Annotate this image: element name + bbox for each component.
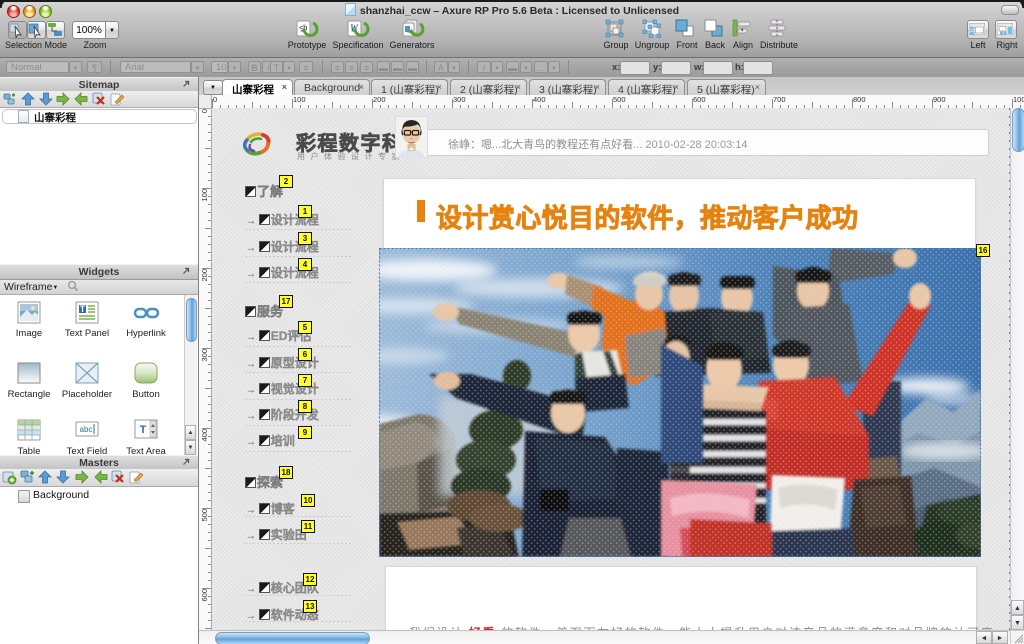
svg-text:T: T: [80, 304, 86, 314]
svg-text:Placeholder: Placeholder: [62, 389, 112, 400]
svg-text:Button: Button: [132, 389, 159, 400]
svg-text:abc: abc: [80, 425, 93, 434]
svg-text:Text Area: Text Area: [126, 446, 166, 455]
svg-text:Image: Image: [16, 328, 42, 339]
svg-text:Rectangle: Rectangle: [8, 389, 51, 400]
svg-text:T: T: [140, 424, 147, 436]
svg-text:Text Panel: Text Panel: [65, 328, 109, 339]
svg-text:Hyperlink: Hyperlink: [126, 328, 166, 339]
svg-text:Text Field: Text Field: [67, 446, 108, 455]
svg-text:Table: Table: [18, 446, 41, 455]
